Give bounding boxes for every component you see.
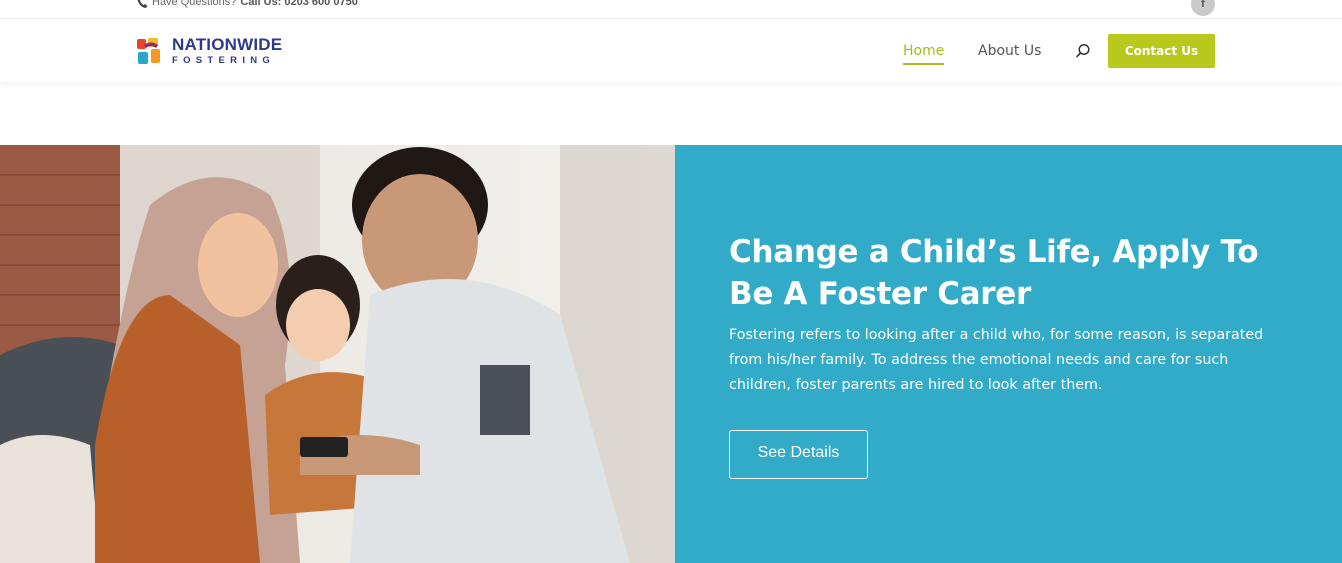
questions-text: Have Questions? — [152, 0, 237, 8]
hero-title: Change a Child’s Life, Apply To Be A Fos… — [729, 234, 1259, 312]
facebook-icon[interactable]: f — [1191, 0, 1215, 16]
facebook-glyph: f — [1201, 0, 1205, 10]
contact-us-button[interactable]: Contact Us — [1108, 34, 1215, 68]
hero-panel: Change a Child’s Life, Apply To Be A Fos… — [675, 145, 1342, 563]
see-details-button[interactable]: See Details — [729, 430, 868, 479]
search-icon[interactable] — [1075, 43, 1091, 59]
nav-item-about[interactable]: About Us — [978, 19, 1041, 82]
top-bar: Have Questions? Call Us: 0203 600 0750 f — [0, 0, 1342, 19]
hero-family-image — [0, 145, 675, 563]
main-header: NATIONWIDE FOSTERING Home About Us Conta… — [0, 19, 1342, 82]
contact-info: Have Questions? Call Us: 0203 600 0750 — [136, 0, 358, 9]
nav-about-link[interactable]: About Us — [978, 43, 1041, 59]
call-us-link[interactable]: Call Us: 0203 600 0750 — [240, 0, 357, 8]
logo-mark-icon — [137, 38, 160, 64]
hero-description: Fostering refers to looking after a chil… — [729, 327, 1264, 393]
site-logo[interactable]: NATIONWIDE FOSTERING — [136, 36, 282, 66]
phone-icon — [137, 0, 148, 8]
family-photo-icon — [0, 145, 675, 563]
nav-home-link[interactable]: Home — [903, 43, 945, 65]
logo-text-bottom: FOSTERING — [172, 55, 276, 67]
nav-item-home[interactable]: Home — [903, 19, 945, 82]
logo-text-top: NATIONWIDE — [172, 35, 283, 55]
